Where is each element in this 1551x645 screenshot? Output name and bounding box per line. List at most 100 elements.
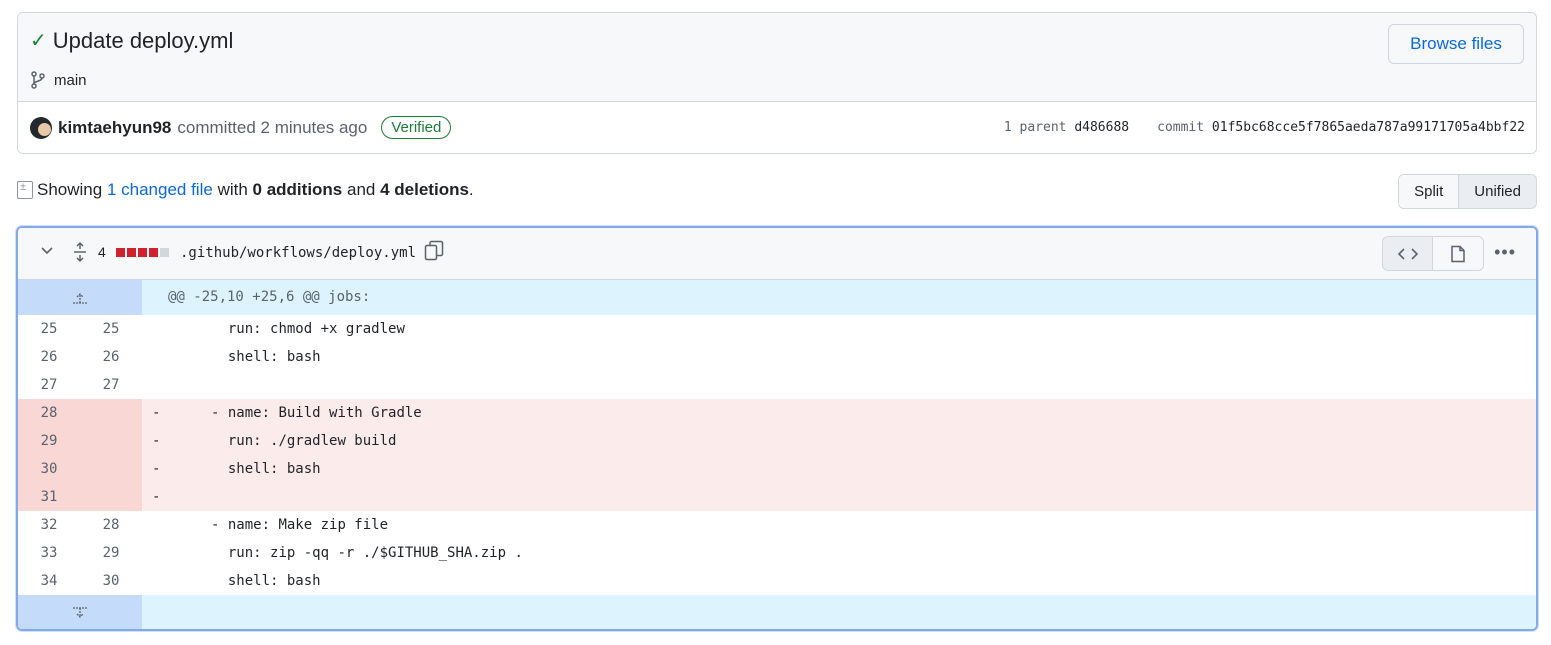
diffstat-deletion-block: [138, 248, 147, 257]
line-text: shell: bash: [160, 349, 321, 365]
changed-files-link[interactable]: 1 changed file: [107, 180, 213, 200]
commit-info: commit 01f5bc68cce5f7865aeda787a99171705…: [1157, 120, 1525, 135]
old-line-number[interactable]: 31: [18, 483, 80, 511]
line-code: - name: Make zip file: [142, 511, 1536, 539]
parent-label: 1 parent: [1003, 120, 1067, 135]
hunk-footer-fill: [142, 595, 1536, 629]
line-code: - shell: bash: [142, 455, 1536, 483]
diff-line-context: 25 25 run: chmod +x gradlew: [18, 315, 1536, 343]
summary-showing: Showing: [37, 180, 103, 199]
old-line-number[interactable]: 25: [18, 315, 80, 343]
expand-up-icon[interactable]: [18, 280, 142, 315]
hunk-header: @@ -25,10 +25,6 @@ jobs:: [142, 280, 1536, 315]
diff-line-context: 27 27: [18, 371, 1536, 399]
line-code: run: chmod +x gradlew: [142, 315, 1536, 343]
summary-with: with: [217, 180, 248, 199]
new-line-number[interactable]: 30: [80, 567, 142, 595]
new-line-number[interactable]: 28: [80, 511, 142, 539]
diff-line-context: 32 28 - name: Make zip file: [18, 511, 1536, 539]
diff-line-context: 33 29 run: zip -qq -r ./$GITHUB_SHA.zip .: [18, 539, 1536, 567]
diffstat-deletion-block: [127, 248, 136, 257]
diff-line-deleted: 31 -: [18, 483, 1536, 511]
commit-meta-row: kimtaehyun98 committed 2 minutes ago Ver…: [18, 102, 1536, 153]
parent-sha-link[interactable]: d486688: [1074, 120, 1129, 135]
commit-sha: 01f5bc68cce5f7865aeda787a99171705a4bbf22: [1211, 120, 1525, 135]
unified-view-button[interactable]: Unified: [1458, 175, 1536, 208]
commit-title-area: ✓ Update deploy.yml main Browse files: [18, 13, 1536, 102]
diff-line-context: 34 30 shell: bash: [18, 567, 1536, 595]
line-code: shell: bash: [142, 567, 1536, 595]
line-text: - name: Make zip file: [160, 517, 389, 533]
expand-down-icon[interactable]: [18, 595, 142, 629]
diff-sign: [152, 377, 160, 393]
old-line-number[interactable]: 34: [18, 567, 80, 595]
file-header: 4 .github/workflows/deploy.yml •••: [18, 228, 1536, 280]
diff-view-toggle: Split Unified: [1398, 174, 1537, 209]
hunk-footer-row: [18, 595, 1536, 629]
line-code: - - name: Build with Gradle: [142, 399, 1536, 427]
new-line-number[interactable]: 25: [80, 315, 142, 343]
author-login[interactable]: kimtaehyun98: [58, 118, 171, 138]
diffstat-neutral-block: [160, 248, 169, 257]
diff-line-deleted: 30 - shell: bash: [18, 455, 1536, 483]
line-code: shell: bash: [142, 343, 1536, 371]
line-code: run: zip -qq -r ./$GITHUB_SHA.zip .: [142, 539, 1536, 567]
diff-summary: Showing 1 changed file with 0 additions …: [17, 180, 474, 200]
new-line-number[interactable]: [80, 455, 142, 483]
branch-name[interactable]: main: [54, 72, 87, 89]
branch-info: main: [30, 71, 87, 89]
line-code: [142, 371, 1536, 399]
line-text: run: chmod +x gradlew: [160, 321, 405, 337]
old-line-number[interactable]: 30: [18, 455, 80, 483]
additions-count: 0 additions: [252, 180, 343, 199]
check-icon: ✓: [30, 30, 47, 52]
line-text: shell: bash: [160, 461, 321, 477]
diffstat-deletion-block: [149, 248, 158, 257]
author-info: kimtaehyun98 committed 2 minutes ago Ver…: [30, 116, 452, 139]
old-line-number[interactable]: 27: [18, 371, 80, 399]
commit-title-row: ✓ Update deploy.yml: [30, 28, 233, 54]
new-line-number[interactable]: 29: [80, 539, 142, 567]
unfold-icon[interactable]: [72, 242, 88, 267]
chevron-down-icon[interactable]: [40, 244, 54, 263]
line-code: - run: ./gradlew build: [142, 427, 1536, 455]
split-view-button[interactable]: Split: [1399, 175, 1459, 208]
diff-line-deleted: 28 - - name: Build with Gradle: [18, 399, 1536, 427]
diff-line-deleted: 29 - run: ./gradlew build: [18, 427, 1536, 455]
file-diff: 4 .github/workflows/deploy.yml ••• @@ -2…: [16, 226, 1538, 631]
old-line-number[interactable]: 32: [18, 511, 80, 539]
old-line-number[interactable]: 28: [18, 399, 80, 427]
committed-time: committed 2 minutes ago: [177, 117, 368, 137]
old-line-number[interactable]: 29: [18, 427, 80, 455]
deletions-count: 4 deletions: [380, 180, 469, 199]
verified-badge[interactable]: Verified: [381, 116, 452, 139]
hunk-header-row: @@ -25,10 +25,6 @@ jobs:: [18, 280, 1536, 315]
line-code: -: [142, 483, 1536, 511]
diff-lines: 25 25 run: chmod +x gradlew 26 26 shell: ba…: [18, 315, 1536, 595]
code-icon[interactable]: [1383, 237, 1433, 270]
diff-sign: -: [152, 489, 161, 505]
browse-files-button[interactable]: Browse files: [1388, 24, 1524, 64]
avatar[interactable]: [30, 116, 52, 139]
file-path[interactable]: .github/workflows/deploy.yml: [180, 245, 416, 261]
new-line-number[interactable]: [80, 427, 142, 455]
line-text: run: zip -qq -r ./$GITHUB_SHA.zip .: [160, 545, 523, 561]
new-line-number[interactable]: 27: [80, 371, 142, 399]
old-line-number[interactable]: 26: [18, 343, 80, 371]
new-line-number[interactable]: [80, 399, 142, 427]
new-line-number[interactable]: 26: [80, 343, 142, 371]
git-branch-icon: [31, 71, 45, 89]
commit-title: Update deploy.yml: [52, 28, 234, 53]
file-icon[interactable]: [1433, 237, 1483, 270]
kebab-horizontal-icon[interactable]: •••: [1494, 242, 1516, 263]
change-count: 4: [98, 244, 106, 260]
diffstat-deletion-block: [116, 248, 125, 257]
old-line-number[interactable]: 33: [18, 539, 80, 567]
commit-meta: 1 parent d486688 commit 01f5bc68cce5f786…: [1004, 120, 1525, 135]
commit-label: commit: [1157, 120, 1205, 135]
new-line-number[interactable]: [80, 483, 142, 511]
file-diff-icon: [17, 181, 33, 199]
copy-icon[interactable]: [424, 240, 444, 262]
commit-header: ✓ Update deploy.yml main Browse files ki…: [17, 12, 1537, 154]
line-text: shell: bash: [160, 573, 321, 589]
